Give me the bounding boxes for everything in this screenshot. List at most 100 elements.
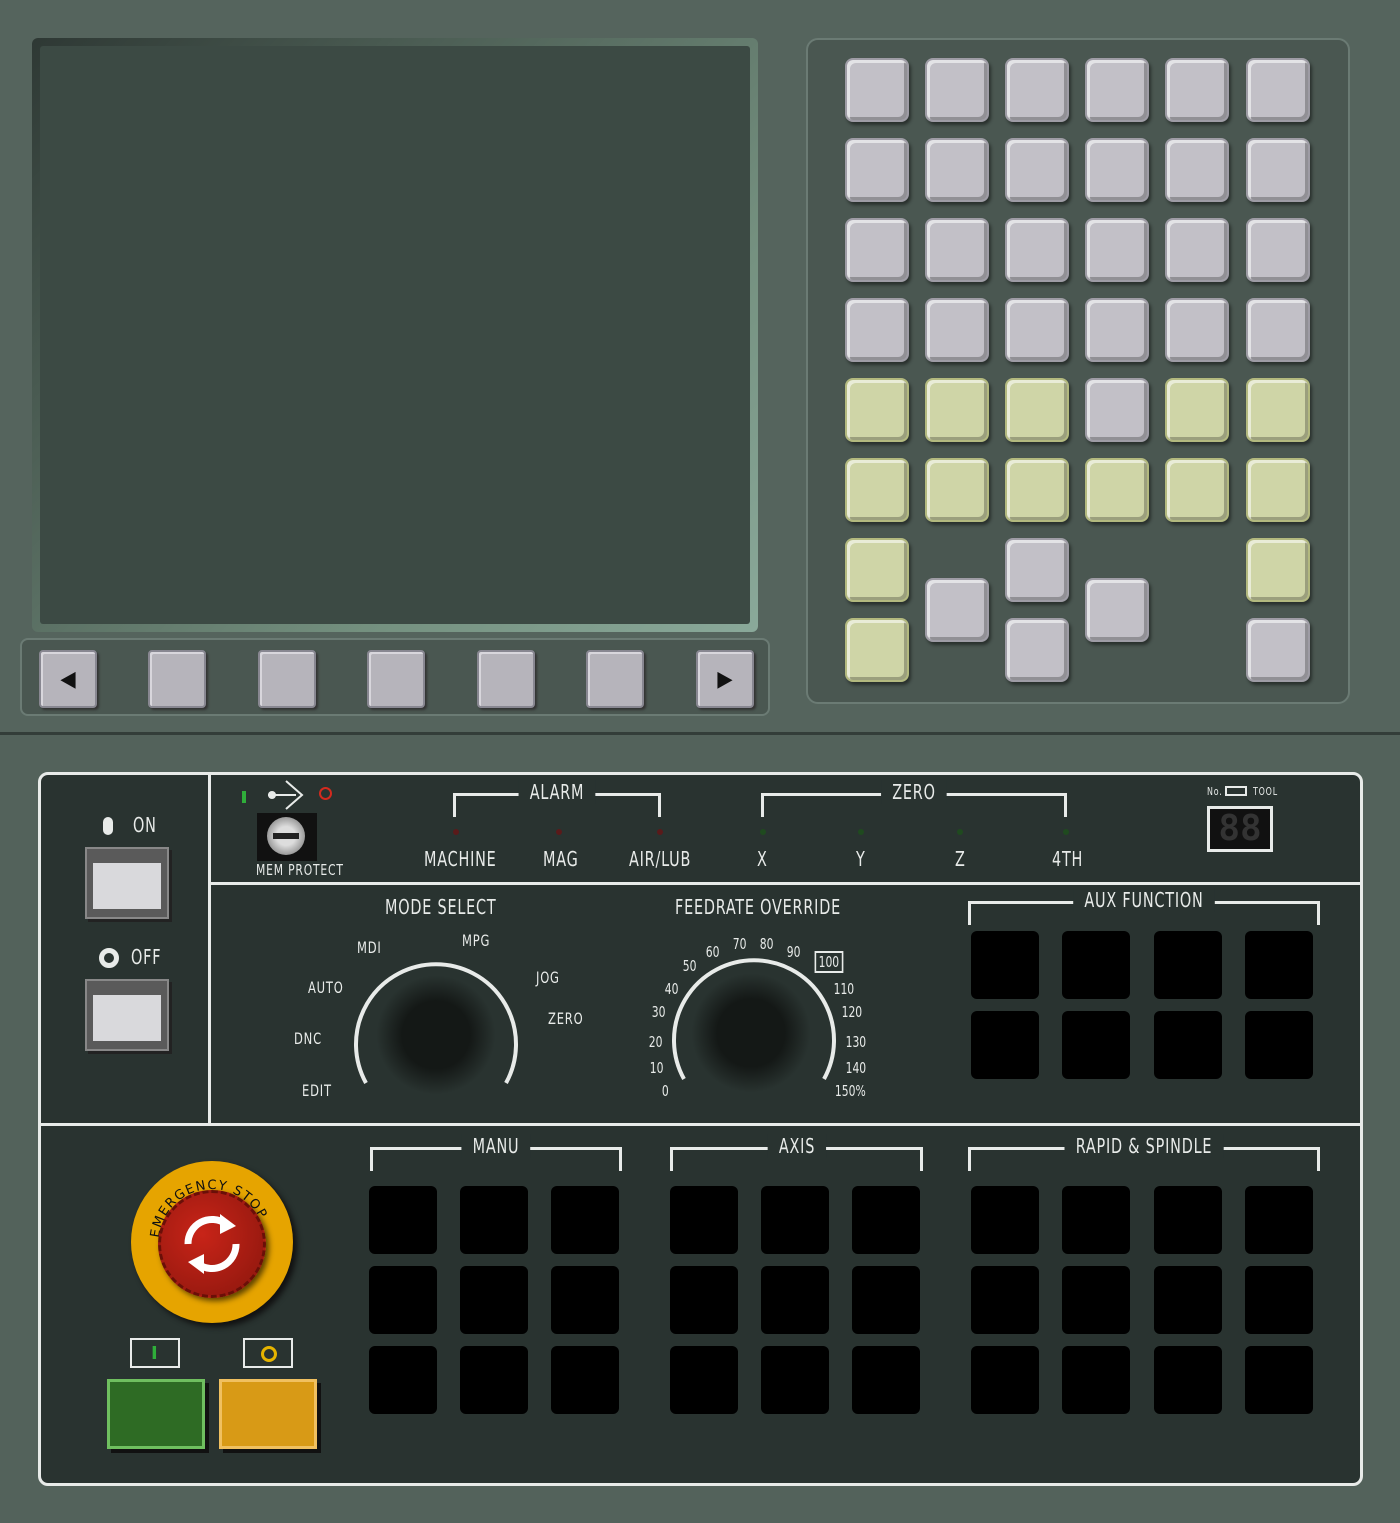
feedrate-knob[interactable] <box>691 973 811 1093</box>
aux-function-key[interactable] <box>971 931 1039 999</box>
aux-function-key[interactable] <box>1245 1011 1313 1079</box>
next-softkey[interactable]: ▶ <box>696 650 754 708</box>
keypad-key[interactable] <box>925 58 989 122</box>
keypad-key[interactable] <box>925 578 989 642</box>
rapid-spindle-key[interactable] <box>1245 1186 1313 1254</box>
power-on-button[interactable] <box>85 847 169 919</box>
rapid-spindle-key[interactable] <box>1062 1186 1130 1254</box>
rapid-spindle-key[interactable] <box>971 1266 1039 1334</box>
aux-function-key[interactable] <box>1062 1011 1130 1079</box>
softkey-5[interactable] <box>586 650 644 708</box>
keypad-key[interactable] <box>1005 458 1069 522</box>
manu-key[interactable] <box>551 1266 619 1334</box>
keypad-key[interactable] <box>1085 58 1149 122</box>
axis-key[interactable] <box>670 1186 738 1254</box>
softkey-3[interactable] <box>367 650 425 708</box>
axis-key[interactable] <box>852 1346 920 1414</box>
keypad-key[interactable] <box>1246 298 1310 362</box>
aux-function-key[interactable] <box>1154 931 1222 999</box>
left-arrow-icon: ◀ <box>60 666 76 692</box>
prev-softkey[interactable]: ◀ <box>39 650 97 708</box>
mem-protect-key-switch[interactable] <box>257 813 317 861</box>
keypad-key[interactable] <box>1085 458 1149 522</box>
manu-key[interactable] <box>369 1346 437 1414</box>
rapid-spindle-key[interactable] <box>1245 1346 1313 1414</box>
manu-key[interactable] <box>460 1266 528 1334</box>
keypad-key[interactable] <box>1085 578 1149 642</box>
axis-key[interactable] <box>761 1346 829 1414</box>
keypad-key[interactable] <box>1005 538 1069 602</box>
keypad-key[interactable] <box>1246 538 1310 602</box>
keypad-key[interactable] <box>845 458 909 522</box>
softkey-1[interactable] <box>148 650 206 708</box>
manu-key[interactable] <box>369 1266 437 1334</box>
keypad-key[interactable] <box>845 298 909 362</box>
keypad-key[interactable] <box>1246 218 1310 282</box>
keypad-key[interactable] <box>1005 298 1069 362</box>
axis-key[interactable] <box>761 1186 829 1254</box>
keypad-key[interactable] <box>1246 618 1310 682</box>
manu-key[interactable] <box>460 1346 528 1414</box>
rapid-spindle-key[interactable] <box>1154 1186 1222 1254</box>
keypad-key[interactable] <box>1085 298 1149 362</box>
axis-key[interactable] <box>852 1186 920 1254</box>
manu-key[interactable] <box>551 1346 619 1414</box>
keypad-key[interactable] <box>1085 378 1149 442</box>
keypad-key[interactable] <box>925 378 989 442</box>
manu-key[interactable] <box>460 1186 528 1254</box>
aux-function-key[interactable] <box>1154 1011 1222 1079</box>
rapid-spindle-key[interactable] <box>971 1186 1039 1254</box>
rapid-spindle-key[interactable] <box>1154 1266 1222 1334</box>
axis-key[interactable] <box>670 1346 738 1414</box>
aux-function-key[interactable] <box>1245 931 1313 999</box>
keypad-key[interactable] <box>925 138 989 202</box>
keypad-key[interactable] <box>1085 138 1149 202</box>
mode-select-knob[interactable] <box>376 975 496 1095</box>
cycle-start-button[interactable] <box>107 1379 205 1449</box>
keypad-key[interactable] <box>1005 138 1069 202</box>
rapid-spindle-key[interactable] <box>1062 1346 1130 1414</box>
softkey-2[interactable] <box>258 650 316 708</box>
power-off-button[interactable] <box>85 979 169 1051</box>
rapid-spindle-key[interactable] <box>1245 1266 1313 1334</box>
keypad-key[interactable] <box>845 138 909 202</box>
keypad-key[interactable] <box>1246 458 1310 522</box>
keypad-key[interactable] <box>1246 138 1310 202</box>
manu-key[interactable] <box>551 1186 619 1254</box>
keypad-key[interactable] <box>1165 218 1229 282</box>
keypad-key[interactable] <box>845 618 909 682</box>
mode-auto-label: AUTO <box>308 978 344 997</box>
keypad-key[interactable] <box>1165 58 1229 122</box>
keypad-key[interactable] <box>1005 58 1069 122</box>
keypad-key[interactable] <box>925 298 989 362</box>
manu-key[interactable] <box>369 1186 437 1254</box>
axis-key[interactable] <box>852 1266 920 1334</box>
emergency-stop-button[interactable] <box>158 1190 266 1298</box>
aux-function-key[interactable] <box>971 1011 1039 1079</box>
keypad-key[interactable] <box>925 458 989 522</box>
rapid-spindle-key[interactable] <box>1154 1346 1222 1414</box>
keypad-key[interactable] <box>1005 618 1069 682</box>
keypad-key[interactable] <box>845 218 909 282</box>
axis-key[interactable] <box>761 1266 829 1334</box>
keypad-key[interactable] <box>1165 378 1229 442</box>
keypad-key[interactable] <box>1246 378 1310 442</box>
keypad-key[interactable] <box>1165 138 1229 202</box>
keypad-key[interactable] <box>845 58 909 122</box>
aux-function-key[interactable] <box>1062 931 1130 999</box>
softkey-4[interactable] <box>477 650 535 708</box>
keypad-key[interactable] <box>1246 58 1310 122</box>
rapid-spindle-key[interactable] <box>1062 1266 1130 1334</box>
keypad-key[interactable] <box>845 538 909 602</box>
axis-key[interactable] <box>670 1266 738 1334</box>
keypad-key[interactable] <box>1165 458 1229 522</box>
keypad-key[interactable] <box>1005 218 1069 282</box>
keypad-key[interactable] <box>925 218 989 282</box>
rapid-spindle-key[interactable] <box>971 1346 1039 1414</box>
feed-hold-button[interactable] <box>219 1379 317 1449</box>
keypad-key[interactable] <box>1085 218 1149 282</box>
keypad-key[interactable] <box>845 378 909 442</box>
off-indicator-icon <box>99 948 119 968</box>
keypad-key[interactable] <box>1165 298 1229 362</box>
keypad-key[interactable] <box>1005 378 1069 442</box>
